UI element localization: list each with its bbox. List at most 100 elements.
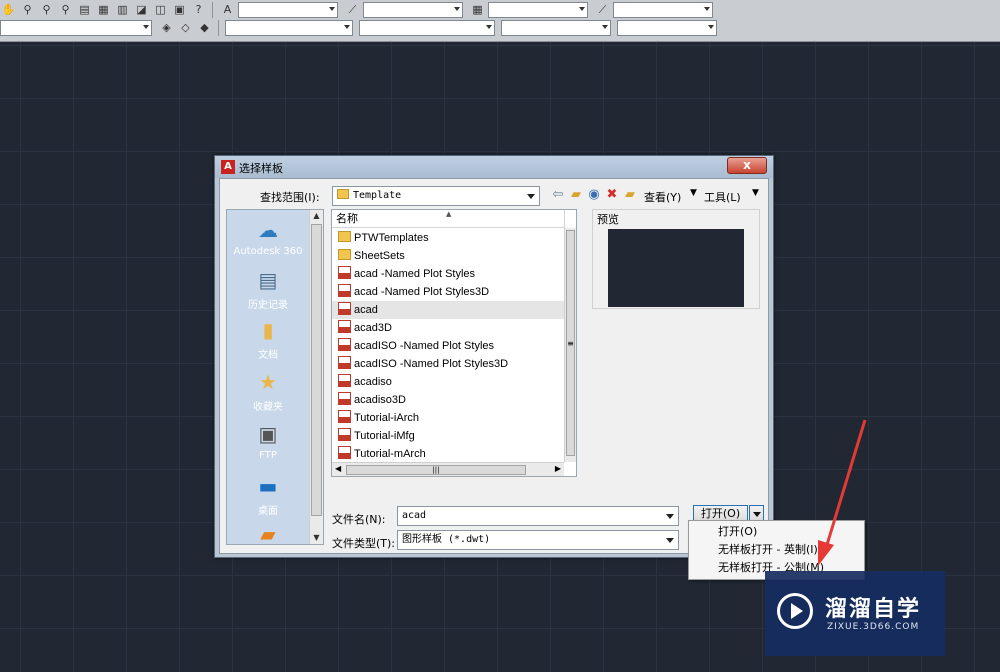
tools-menu[interactable]: 工具(L) — [704, 189, 741, 205]
list-item[interactable]: acadISO -Named Plot Styles — [332, 337, 564, 355]
search-web-icon[interactable]: ◉ — [586, 187, 602, 203]
list-item[interactable]: acadiso3D — [332, 391, 564, 409]
column-header-name[interactable]: 名称 ▲ — [332, 210, 564, 228]
vscroll-thumb[interactable]: ≡ — [566, 230, 575, 456]
list-item[interactable]: PTWTemplates — [332, 229, 564, 247]
column-header-next[interactable] — [564, 210, 576, 228]
scroll-up-icon[interactable]: ▲ — [310, 210, 323, 222]
dwt-file-icon — [338, 302, 351, 315]
list-item-selected[interactable]: acad — [332, 301, 564, 319]
layer-combo[interactable] — [0, 20, 152, 36]
place-documents[interactable]: ▮ 文档 — [227, 316, 309, 361]
select-template-dialog: A 选择样板 x 查找范围(I): Template ⇦ ▰ ◉ ✖ ▰ 查看(… — [214, 155, 774, 558]
dialog-body: 查找范围(I): Template ⇦ ▰ ◉ ✖ ▰ 查看(Y) ▼ 工具(L… — [219, 178, 769, 554]
list-item[interactable]: acad3D — [332, 319, 564, 337]
delete-icon[interactable]: ✖ — [604, 187, 620, 203]
list-item[interactable]: Tutorial-iArch — [332, 409, 564, 427]
watermark-brand: 溜溜自学 — [825, 597, 922, 622]
design-center-icon[interactable]: ▦ — [95, 2, 112, 18]
file-name: SheetSets — [354, 250, 405, 262]
place-favorites[interactable]: ★ 收藏夹 — [227, 368, 309, 413]
views-menu[interactable]: 查看(Y) — [644, 189, 681, 205]
lookin-combo[interactable]: Template — [332, 186, 540, 206]
place-desktop[interactable]: ▬ 桌面 — [227, 472, 309, 517]
chevron-down-icon[interactable] — [666, 514, 674, 519]
list-item[interactable]: Tutorial-mArch — [332, 445, 564, 463]
file-list: 名称 ▲ PTWTemplates SheetSets acad -Named … — [331, 209, 577, 477]
file-name: acadiso — [354, 376, 392, 388]
plot-style-combo[interactable] — [617, 20, 717, 36]
lineweight-combo[interactable] — [501, 20, 611, 36]
place-label: 历史记录 — [248, 300, 288, 311]
file-name: acadISO -Named Plot Styles — [354, 340, 495, 352]
dim-style-combo[interactable] — [363, 2, 463, 18]
linetype-combo[interactable] — [359, 20, 495, 36]
menu-item-open[interactable]: 打开(O) — [689, 523, 864, 541]
multileader-style-icon[interactable]: ⟋ — [594, 2, 611, 18]
file-name: acadiso3D — [354, 394, 406, 406]
place-buzzsaw[interactable]: ▰ — [227, 520, 309, 550]
layer-state-icon[interactable]: ◇ — [177, 20, 194, 36]
filename-field[interactable]: acad — [397, 506, 679, 526]
scroll-down-icon[interactable]: ▼ — [310, 532, 323, 544]
documents-icon: ▮ — [262, 318, 274, 342]
color-combo[interactable] — [225, 20, 353, 36]
quickcalc-icon[interactable]: ▣ — [171, 2, 188, 18]
zoom-window-icon[interactable]: ⚲ — [38, 2, 55, 18]
list-item[interactable]: Tutorial-iMfg — [332, 427, 564, 445]
text-style-icon[interactable]: A — [219, 2, 236, 18]
place-history[interactable]: ▤ 历史记录 — [227, 266, 309, 311]
place-label: Autodesk 360 — [233, 246, 303, 257]
zoom-realtime-icon[interactable]: ⚲ — [19, 2, 36, 18]
file-name: acad — [354, 304, 378, 316]
file-name: Tutorial-mArch — [354, 448, 426, 460]
layer-properties-icon[interactable]: ◈ — [158, 20, 175, 36]
list-item[interactable]: acadiso — [332, 373, 564, 391]
buzzsaw-icon: ▰ — [260, 522, 276, 546]
place-autodesk-360[interactable]: ☁ Autodesk 360 — [227, 216, 309, 257]
filetype-combo[interactable]: 图形样板 (*.dwt) — [397, 530, 679, 550]
list-item[interactable]: acad -Named Plot Styles3D — [332, 283, 564, 301]
text-style-combo[interactable] — [238, 2, 338, 18]
menu-item-open-no-template-imperial[interactable]: 无样板打开 - 英制(I) — [689, 541, 864, 559]
dwt-file-icon — [338, 410, 351, 423]
multileader-style-combo[interactable] — [613, 2, 713, 18]
tool-palettes-icon[interactable]: ▥ — [114, 2, 131, 18]
file-list-hscrollbar[interactable]: ◀ ||| ▶ — [332, 462, 564, 476]
places-scroll-thumb[interactable] — [311, 224, 322, 516]
up-folder-icon[interactable]: ▰ — [568, 187, 584, 203]
place-ftp[interactable]: ▣ FTP — [227, 420, 309, 461]
lookin-label: 查找范围(I): — [260, 191, 320, 204]
back-icon[interactable]: ⇦ — [550, 187, 566, 203]
places-scrollbar[interactable]: ▲ ▼ — [309, 210, 323, 544]
hscroll-thumb[interactable]: ||| — [346, 465, 526, 475]
file-list-vscrollbar[interactable]: ≡ — [564, 228, 576, 462]
pan-icon[interactable]: ✋ — [0, 2, 17, 18]
sheet-set-icon[interactable]: ◪ — [133, 2, 150, 18]
cloud-icon: ☁ — [258, 218, 278, 242]
scroll-left-icon[interactable]: ◀ — [335, 464, 341, 473]
close-button[interactable]: x — [727, 157, 767, 174]
zoom-previous-icon[interactable]: ⚲ — [57, 2, 74, 18]
chevron-down-icon[interactable] — [666, 538, 674, 543]
file-name: acadISO -Named Plot Styles3D — [354, 358, 509, 370]
markup-icon[interactable]: ◫ — [152, 2, 169, 18]
dim-style-icon[interactable]: ⟋ — [344, 2, 361, 18]
toolbar-row-1: ✋ ⚲ ⚲ ⚲ ▤ ▦ ▥ ◪ ◫ ▣ ? A ⟋ ▦ ⟋ — [0, 0, 719, 20]
folder-icon — [338, 249, 351, 260]
help-icon[interactable]: ? — [190, 2, 207, 18]
preview-image — [608, 229, 744, 307]
dialog-titlebar[interactable]: A 选择样板 x — [215, 156, 773, 178]
dialog-title: 选择样板 — [239, 162, 283, 175]
list-item[interactable]: SheetSets — [332, 247, 564, 265]
table-style-icon[interactable]: ▦ — [469, 2, 486, 18]
table-style-combo[interactable] — [488, 2, 588, 18]
list-item[interactable]: acadISO -Named Plot Styles3D — [332, 355, 564, 373]
file-name: PTWTemplates — [354, 232, 429, 244]
new-folder-icon[interactable]: ▰ — [622, 187, 638, 203]
place-label: 桌面 — [258, 506, 278, 517]
properties-icon[interactable]: ▤ — [76, 2, 93, 18]
layer-previous-icon[interactable]: ◆ — [196, 20, 213, 36]
scroll-right-icon[interactable]: ▶ — [555, 464, 561, 473]
list-item[interactable]: acad -Named Plot Styles — [332, 265, 564, 283]
